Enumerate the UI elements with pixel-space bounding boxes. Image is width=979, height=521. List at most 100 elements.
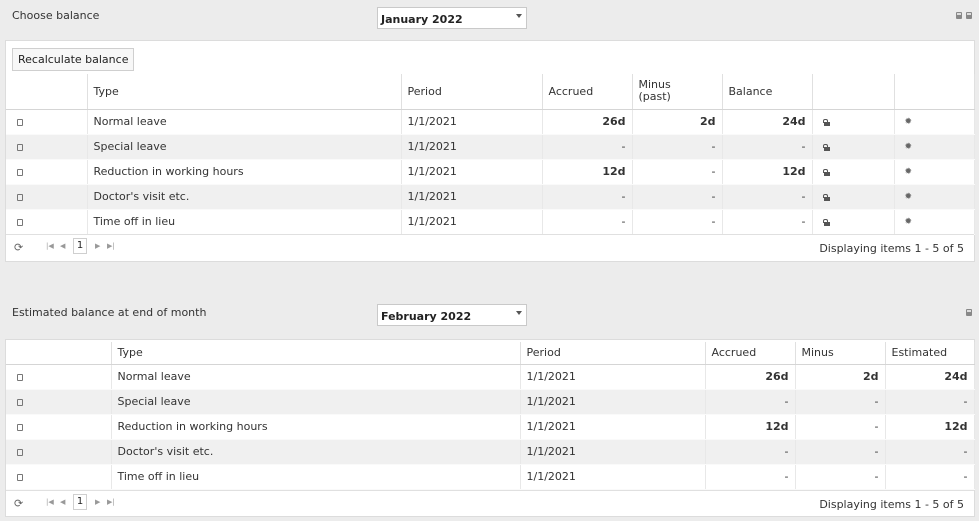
- gear-icon[interactable]: ✹: [905, 117, 913, 127]
- table-row[interactable]: Normal leave 1/1/2021 26d 2d 24d ✹: [6, 109, 975, 135]
- col-header-minus[interactable]: Minus: [795, 342, 886, 365]
- table-row[interactable]: Special leave 1/1/2021- - - ✹: [6, 134, 975, 160]
- settings-cell: ✹: [894, 159, 975, 185]
- document-icon[interactable]: [17, 398, 23, 406]
- type-cell: Special leave: [111, 389, 521, 415]
- col-header-estimated[interactable]: Estimated: [885, 342, 975, 365]
- row-icon-cell: [6, 109, 88, 135]
- refresh-icon[interactable]: ⟳: [14, 241, 23, 254]
- document-icon[interactable]: [17, 118, 23, 126]
- row-icon-cell: [6, 389, 112, 415]
- document-icon[interactable]: [17, 168, 23, 176]
- settings-cell: ✹: [894, 184, 975, 210]
- estimate-header-row: Type Period Accrued Minus Estimated: [6, 342, 975, 365]
- col-header-accrued[interactable]: Accrued: [705, 342, 796, 365]
- minus-cell: -: [632, 134, 723, 160]
- document-icon[interactable]: [17, 143, 23, 151]
- col-header-minus-past[interactable]: Minus (past): [632, 74, 723, 110]
- table-row[interactable]: Reduction in working hours 1/1/2021 12d -12…: [6, 159, 975, 185]
- table-row[interactable]: Time off in lieu 1/1/2021- - -: [6, 464, 975, 490]
- refresh-icon[interactable]: ⟳: [14, 497, 23, 510]
- col-header-type[interactable]: Type: [111, 342, 521, 365]
- pager-display-text: Displaying items 1 - 5 of 5: [819, 498, 964, 511]
- gear-icon[interactable]: ✹: [905, 217, 913, 227]
- row-icon-cell: [6, 184, 88, 210]
- table-row[interactable]: Doctor's visit etc. 1/1/2021- - - ✹: [6, 184, 975, 210]
- document-icon[interactable]: [17, 218, 23, 226]
- row-icon-cell: [6, 134, 88, 160]
- document-icon[interactable]: [17, 473, 23, 481]
- recalculate-balance-button[interactable]: Recalculate balance: [12, 48, 135, 71]
- type-cell: Reduction in working hours: [111, 414, 521, 440]
- period-cell: 1/1/2021: [401, 184, 543, 210]
- minus-cell: 2d: [632, 109, 723, 135]
- next-page-icon[interactable]: ▶: [95, 242, 100, 250]
- lock-cell: [812, 209, 895, 235]
- next-page-icon[interactable]: ▶: [95, 498, 100, 506]
- period-cell: 1/1/2021: [401, 209, 543, 235]
- gear-icon[interactable]: ✹: [905, 142, 913, 152]
- balance-cell: -: [722, 134, 813, 160]
- lock-icon[interactable]: [822, 118, 830, 126]
- table-row[interactable]: Normal leave 1/1/2021 26d 2d 24d: [6, 364, 975, 390]
- page-number-input[interactable]: 1: [73, 494, 87, 510]
- trash-icon[interactable]: [956, 12, 962, 19]
- last-page-icon[interactable]: ▶|: [107, 498, 115, 506]
- balance-month-select[interactable]: January 2022: [377, 7, 527, 29]
- accrued-cell: -: [705, 389, 796, 415]
- type-cell: Time off in lieu: [87, 209, 402, 235]
- gear-icon[interactable]: ✹: [905, 167, 913, 177]
- prev-page-icon[interactable]: ◀: [60, 242, 65, 250]
- prev-page-icon[interactable]: ◀: [60, 498, 65, 506]
- estimate-month-select[interactable]: February 2022: [377, 304, 527, 326]
- minus-cell: 2d: [795, 364, 886, 390]
- col-header-icon: [6, 342, 112, 365]
- first-page-icon[interactable]: |◀: [46, 498, 54, 506]
- col-header-period[interactable]: Period: [520, 342, 706, 365]
- estimate-panel: Type Period Accrued Minus Estimated Norm…: [5, 339, 975, 517]
- chevron-down-icon: [516, 311, 522, 315]
- col-header-accrued[interactable]: Accrued: [542, 74, 633, 110]
- table-row[interactable]: Time off in lieu 1/1/2021- - - ✹: [6, 209, 975, 235]
- document-icon[interactable]: [17, 423, 23, 431]
- table-row[interactable]: Doctor's visit etc. 1/1/2021- - -: [6, 439, 975, 465]
- gear-icon[interactable]: ✹: [905, 192, 913, 202]
- minus-cell: -: [632, 184, 723, 210]
- accrued-cell: -: [542, 209, 633, 235]
- last-page-icon[interactable]: ▶|: [107, 242, 115, 250]
- document-icon[interactable]: [17, 373, 23, 381]
- period-cell: 1/1/2021: [520, 439, 706, 465]
- balance-grid: Type Period Accrued Minus (past) Balance …: [6, 74, 975, 235]
- minus-cell: -: [632, 209, 723, 235]
- col-header-balance[interactable]: Balance: [722, 74, 813, 110]
- estimated-cell: 24d: [885, 364, 975, 390]
- balance-cell: -: [722, 184, 813, 210]
- period-cell: 1/1/2021: [520, 414, 706, 440]
- print-icon[interactable]: [966, 309, 972, 316]
- row-icon-cell: [6, 414, 112, 440]
- first-page-icon[interactable]: |◀: [46, 242, 54, 250]
- accrued-cell: 12d: [542, 159, 633, 185]
- col-header-lock: [812, 74, 895, 110]
- minus-cell: -: [795, 414, 886, 440]
- col-header-period[interactable]: Period: [401, 74, 543, 110]
- period-cell: 1/1/2021: [401, 159, 543, 185]
- col-header-type[interactable]: Type: [87, 74, 402, 110]
- page-number-input[interactable]: 1: [73, 238, 87, 254]
- lock-icon[interactable]: [822, 168, 830, 176]
- estimated-cell: -: [885, 439, 975, 465]
- print-icon[interactable]: [966, 12, 972, 19]
- minus-cell: -: [632, 159, 723, 185]
- lock-icon[interactable]: [822, 143, 830, 151]
- document-icon[interactable]: [17, 193, 23, 201]
- table-row[interactable]: Reduction in working hours 1/1/2021 12d -12…: [6, 414, 975, 440]
- estimated-cell: -: [885, 389, 975, 415]
- lock-icon[interactable]: [822, 218, 830, 226]
- document-icon[interactable]: [17, 448, 23, 456]
- table-row[interactable]: Special leave 1/1/2021- - -: [6, 389, 975, 415]
- accrued-cell: -: [705, 464, 796, 490]
- type-cell: Doctor's visit etc.: [87, 184, 402, 210]
- lock-icon[interactable]: [822, 193, 830, 201]
- accrued-cell: -: [705, 439, 796, 465]
- period-cell: 1/1/2021: [520, 464, 706, 490]
